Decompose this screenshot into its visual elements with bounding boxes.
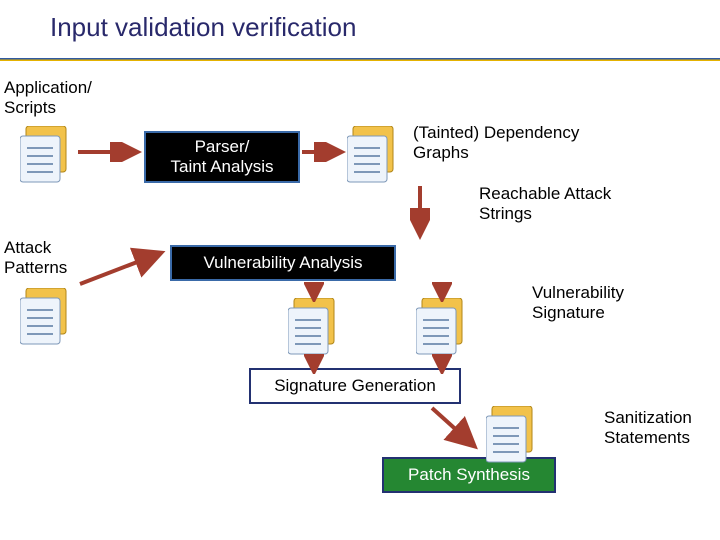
documents-icon xyxy=(20,126,72,191)
arrow-icon xyxy=(428,404,482,456)
arrow-icon xyxy=(432,282,452,302)
arrow-icon xyxy=(410,184,430,240)
label-sanitization-statements: Sanitization Statements xyxy=(604,408,692,449)
label-dependency-graphs: (Tainted) Dependency Graphs xyxy=(413,123,579,164)
label-vulnerability-signature: Vulnerability Signature xyxy=(532,283,624,324)
label-attack-patterns: Attack Patterns xyxy=(4,238,67,279)
box-parser: Parser/ Taint Analysis xyxy=(144,131,300,183)
box-vulnerability-analysis: Vulnerability Analysis xyxy=(170,245,396,281)
arrow-icon xyxy=(432,354,452,374)
box-signature-generation: Signature Generation xyxy=(249,368,461,404)
arrow-icon xyxy=(76,232,168,290)
arrow-icon xyxy=(76,142,142,162)
documents-icon xyxy=(486,406,538,471)
page-title: Input validation verification xyxy=(50,12,356,43)
documents-icon xyxy=(347,126,399,191)
arrow-icon xyxy=(304,354,324,374)
arrow-icon xyxy=(300,142,346,162)
label-reachable-strings: Reachable Attack Strings xyxy=(479,184,611,225)
label-application-scripts: Application/ Scripts xyxy=(4,78,92,119)
documents-icon xyxy=(20,288,72,353)
arrow-icon xyxy=(304,282,324,302)
title-divider xyxy=(0,58,720,61)
